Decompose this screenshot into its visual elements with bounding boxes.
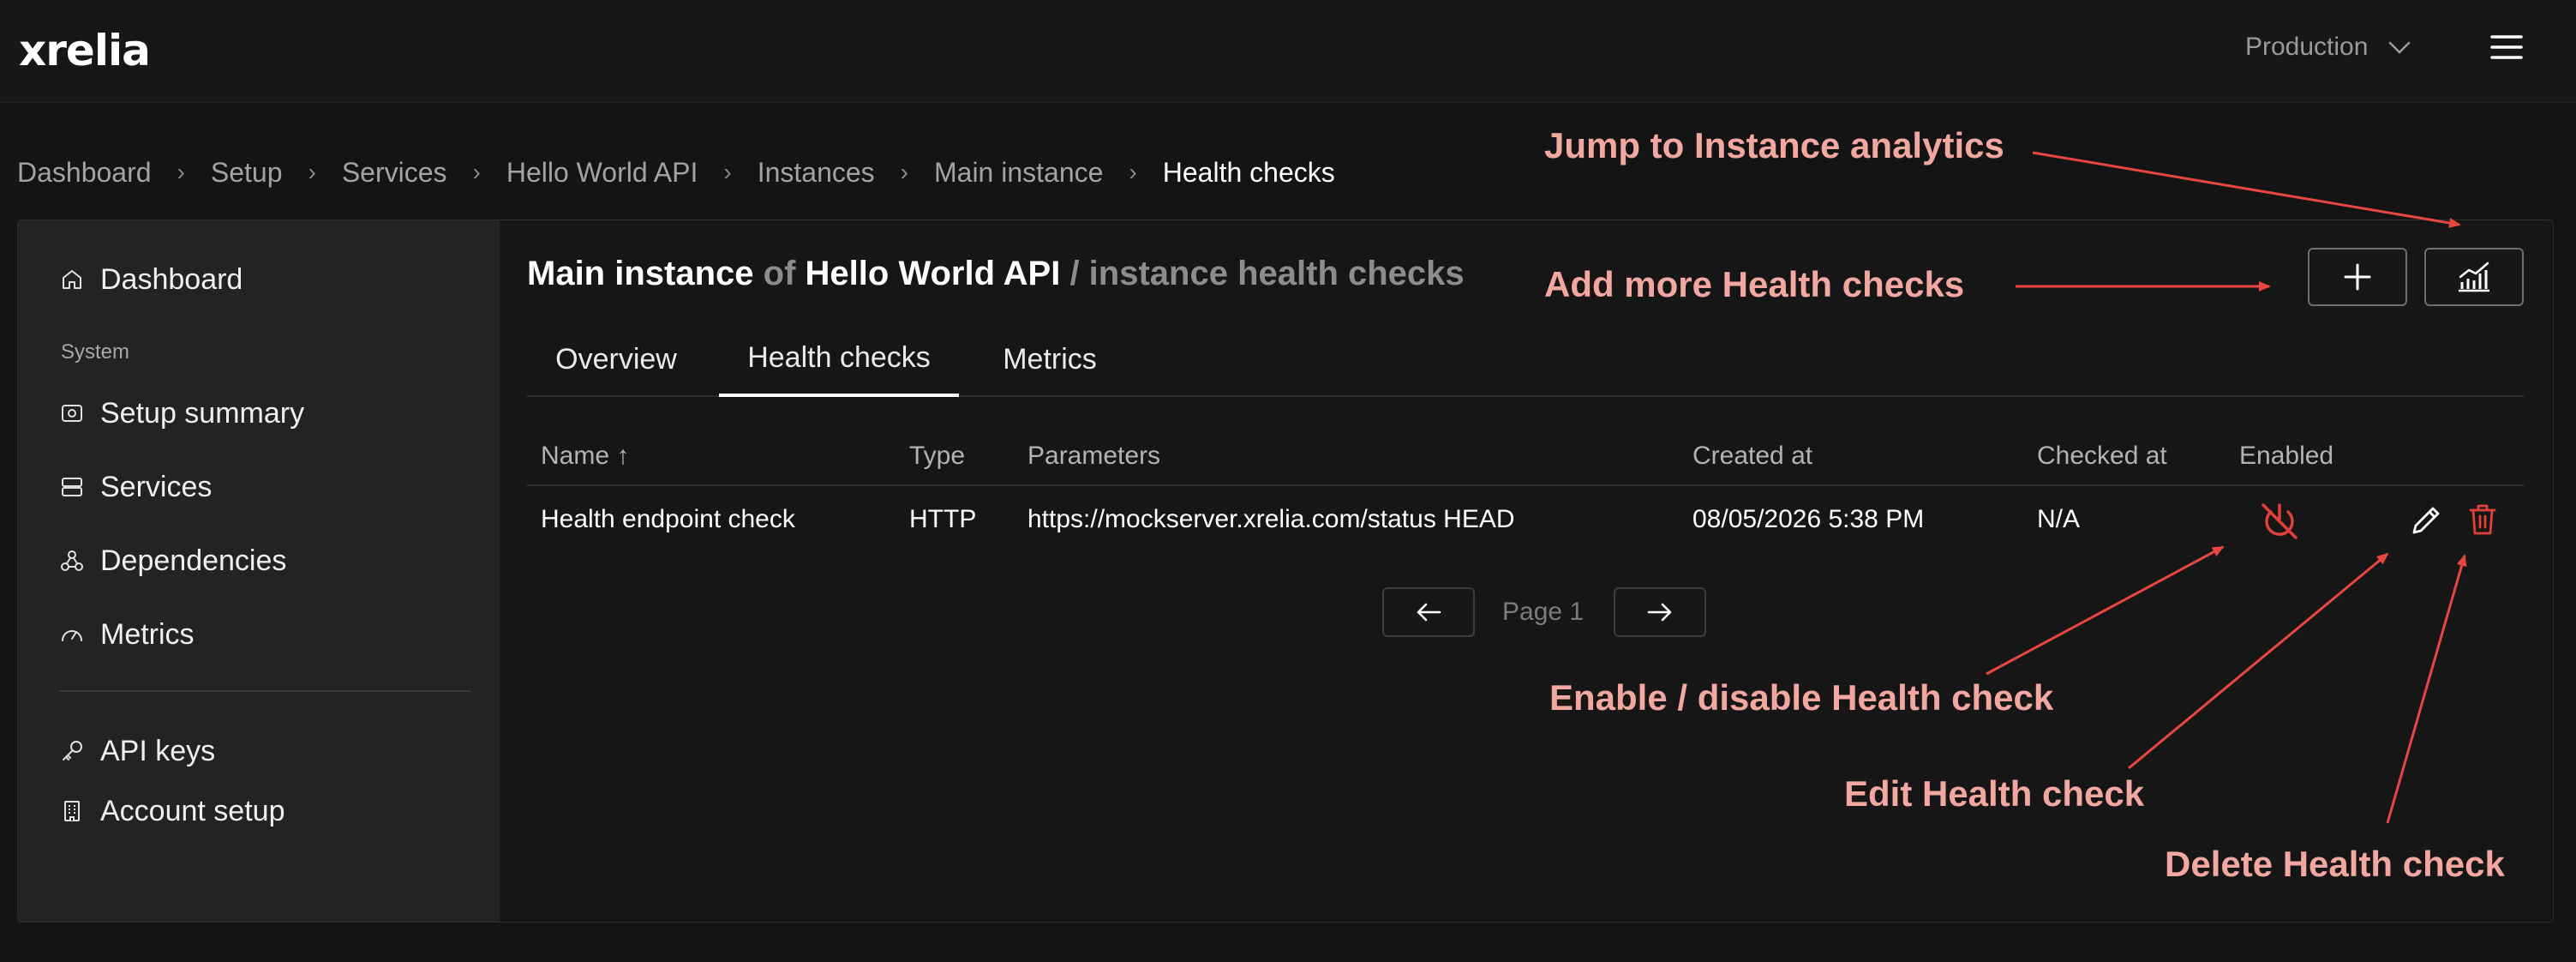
breadcrumb-instance[interactable]: Main instance <box>934 157 1103 189</box>
menu-icon[interactable] <box>2485 26 2528 69</box>
breadcrumb: Dashboard › Setup › Services › Hello Wor… <box>17 153 1335 192</box>
plus-icon <box>2344 263 2371 291</box>
annotation-analytics: Jump to Instance analytics <box>1544 125 2004 165</box>
tab-overview[interactable]: Overview <box>527 322 705 397</box>
page-title: Main instance of Hello World API / insta… <box>527 255 1465 293</box>
breadcrumb-service[interactable]: Hello World API <box>506 157 698 189</box>
table-header: Name ↑ Type Parameters Created at Checke… <box>527 426 2524 486</box>
breadcrumb-current: Health checks <box>1162 156 1335 188</box>
sidebar-item-account-setup[interactable]: Account setup <box>59 790 285 833</box>
metrics-icon <box>62 630 82 641</box>
sidebar-divider <box>59 690 470 692</box>
arrow-to-analytics <box>2032 151 2461 228</box>
sidebar-section-label: System <box>61 340 130 364</box>
sidebar-item-label: Account setup <box>100 794 285 827</box>
add-health-check-button[interactable] <box>2308 248 2407 306</box>
table-row: Health endpoint check HTTP https://mocks… <box>527 488 2524 556</box>
pencil-icon[interactable] <box>2409 503 2443 538</box>
building-icon <box>64 801 80 821</box>
breadcrumb-separator: › <box>472 159 481 185</box>
breadcrumb-instances[interactable]: Instances <box>758 157 875 189</box>
annotation-add: Add more Health checks <box>1544 264 1965 304</box>
analytics-icon <box>2459 262 2489 292</box>
column-header-created-at: Created at <box>1692 442 1813 470</box>
key-icon <box>63 741 82 761</box>
title-suffix: / instance health checks <box>1069 255 1465 292</box>
sidebar-item-services[interactable]: Services <box>59 466 212 508</box>
next-page-button[interactable] <box>1614 587 1706 637</box>
breadcrumb-separator: › <box>900 159 908 185</box>
annotation-edit: Edit Health check <box>1844 773 2145 814</box>
sidebar-item-label: Metrics <box>100 617 195 651</box>
breadcrumb-separator: › <box>177 159 185 185</box>
sidebar-item-label: API keys <box>100 734 216 767</box>
services-icon <box>62 478 82 496</box>
annotation-delete: Delete Health check <box>2165 844 2505 884</box>
tab-metrics[interactable]: Metrics <box>973 322 1127 397</box>
logo-text: xrelia <box>19 26 151 75</box>
arrow-right-icon <box>1647 603 1672 622</box>
cell-type: HTTP <box>909 505 977 533</box>
cell-parameters: https://mockserver.xrelia.com/status HEA… <box>1027 505 1515 533</box>
sidebar-item-metrics[interactable]: Metrics <box>59 613 195 656</box>
content-area: Main instance of Hello World API / insta… <box>500 220 2553 922</box>
sidebar-item-dependencies[interactable]: Dependencies <box>59 539 286 582</box>
breadcrumb-dashboard[interactable]: Dashboard <box>17 157 152 189</box>
sidebar-item-setup-summary[interactable]: Setup summary <box>59 392 304 435</box>
trash-icon[interactable] <box>2465 502 2500 538</box>
cell-created-at: 08/05/2026 5:38 PM <box>1692 505 1925 533</box>
breadcrumb-setup[interactable]: Setup <box>211 157 283 189</box>
page-indicator: Page 1 <box>1502 598 1585 626</box>
main-panel: Dashboard System Setup summary Services … <box>17 219 2554 923</box>
tab-bar: Overview Health checks Metrics <box>527 322 2524 397</box>
setup-summary-icon <box>62 405 82 422</box>
tab-health-checks[interactable]: Health checks <box>719 322 959 397</box>
annotation-toggle: Enable / disable Health check <box>1549 677 2054 718</box>
title-service: Hello World API <box>805 255 1061 292</box>
dependencies-icon <box>61 550 83 571</box>
prev-page-button[interactable] <box>1382 587 1475 637</box>
column-header-type: Type <box>909 442 966 470</box>
cell-name: Health endpoint check <box>541 505 795 533</box>
breadcrumb-services[interactable]: Services <box>342 157 447 189</box>
cell-checked-at: N/A <box>2037 505 2081 533</box>
instance-analytics-button[interactable] <box>2424 248 2524 306</box>
top-bar: xrelia Production <box>0 0 2576 103</box>
breadcrumb-separator: › <box>1129 159 1137 185</box>
sidebar-item-label: Services <box>100 470 213 503</box>
sidebar-item-label: Dependencies <box>100 544 287 577</box>
sidebar-item-label: Dashboard <box>100 262 243 296</box>
column-header-enabled: Enabled <box>2239 442 2334 470</box>
environment-selector[interactable]: Production <box>2245 26 2412 69</box>
column-header-checked-at: Checked at <box>2037 442 2167 470</box>
sidebar-item-dashboard[interactable]: Dashboard <box>59 258 243 301</box>
column-header-name[interactable]: Name ↑ <box>541 442 629 471</box>
sort-asc-indicator: ↑ <box>616 442 630 470</box>
breadcrumb-separator: › <box>308 159 316 185</box>
title-instance: Main instance <box>527 255 754 292</box>
logo[interactable]: xrelia <box>19 21 151 81</box>
home-icon <box>63 270 81 289</box>
chevron-down-icon <box>2389 41 2411 54</box>
sidebar: Dashboard System Setup summary Services … <box>18 220 500 922</box>
environment-label: Production <box>2245 33 2369 61</box>
breadcrumb-separator: › <box>723 159 732 185</box>
title-of: of <box>763 255 796 292</box>
arrow-left-icon <box>1417 603 1441 622</box>
sidebar-item-label: Setup summary <box>100 396 305 430</box>
column-header-parameters: Parameters <box>1027 442 1161 470</box>
power-off-icon[interactable] <box>2258 500 2301 543</box>
sidebar-item-api-keys[interactable]: API keys <box>59 730 215 773</box>
